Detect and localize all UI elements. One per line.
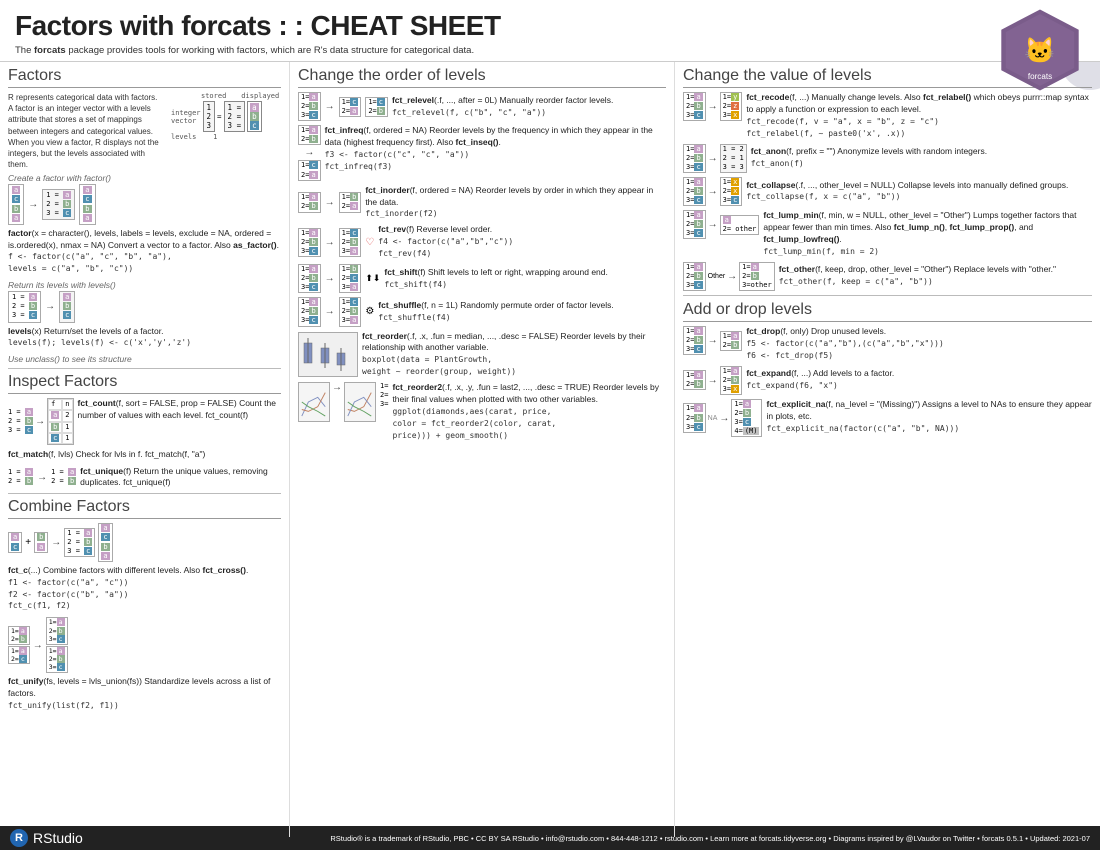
reorder2-chart-after — [344, 382, 376, 422]
fct-expand-desc: fct_expand(f, ...) Add levels to a facto… — [746, 368, 1092, 392]
fct-anon-desc: fct_anon(f, prefix = "") Anonymize level… — [751, 146, 1092, 170]
col-left: Factors R represents categorical data wi… — [0, 62, 290, 837]
col-middle: Change the order of levels 1=a 2=b 3=c →… — [290, 62, 675, 837]
fct-unique-desc: fct_unique(f) Return the unique values, … — [80, 466, 281, 490]
fct-explicit-na-desc: fct_explicit_na(f, na_level = "(Missing)… — [766, 399, 1092, 435]
svg-text:forcats: forcats — [1028, 72, 1052, 81]
section-inspect: Inspect Factors 1 = a 2 = b 3 = c → f n — [8, 373, 281, 489]
fct-shift-desc: fct_shift(f) Shift levels to left or rig… — [384, 267, 666, 291]
fct-inorder-desc: fct_inorder(f, ordered = NA) Reorder lev… — [365, 185, 666, 221]
fct-infreq-desc: fct_infreq(f, ordered = NA) Reorder leve… — [325, 125, 666, 173]
section-combine: Combine Factors a c + b a → 1 = a 2 = b … — [8, 498, 281, 711]
col-right: Change the value of levels 1=a 2=b 3=c →… — [675, 62, 1100, 837]
section-title-change-order: Change the order of levels — [298, 67, 666, 88]
factor-func-desc: factor(x = character(), levels, labels =… — [8, 228, 281, 276]
fct-unify-desc: fct_unify(fs, levels = lvls_union(fs)) S… — [8, 676, 281, 712]
levels-section: Return its levels with levels() 1 = a 2 … — [8, 280, 281, 364]
section-factors: Factors R represents categorical data wi… — [8, 67, 281, 364]
section-title-inspect: Inspect Factors — [8, 373, 281, 394]
rev-icon: ♡ — [365, 237, 374, 248]
boxplot-diagram — [298, 332, 358, 377]
svg-text:🐱: 🐱 — [1024, 36, 1055, 65]
fct-recode-desc: fct_recode(f, ...) Manually change level… — [746, 92, 1092, 140]
title-bold: CHEAT SHEET — [311, 10, 501, 41]
stored-displayed-diagram: R represents categorical data with facto… — [8, 92, 281, 170]
levels-func-desc: levels(x) Return/set the levels of a fac… — [8, 326, 281, 350]
fct-shuffle-desc: fct_shuffle(f, n = 1L) Randomly permute … — [378, 300, 666, 324]
fct-drop-desc: fct_drop(f, only) Drop unused levels. f5… — [746, 326, 1092, 362]
shuffle-icon: ⚙ — [365, 306, 374, 317]
fct-other-desc: fct_other(f, keep, drop, other_level = "… — [779, 264, 1092, 288]
subtitle: The forcats package provides tools for w… — [15, 45, 1085, 56]
title-light: Factors with forcats : : — [15, 10, 311, 41]
fct-relevel-desc: fct_relevel(.f, ..., after = 0L) Manuall… — [392, 95, 666, 119]
fct-collapse-desc: fct_collapse(.f, ..., other_level = NULL… — [746, 180, 1092, 204]
fct-c-desc: fct_c(...) Combine factors with differen… — [8, 565, 281, 613]
fct-reorder2-desc: fct_reorder2(.f, .x, .y, .fun = last2, .… — [392, 382, 666, 441]
fct-count-desc: fct_count(f, sort = FALSE, prop = FALSE)… — [78, 398, 281, 422]
fct-lump-min-desc: fct_lump_min(f, min, w = NULL, other_lev… — [763, 210, 1092, 258]
reorder2-chart-before — [298, 382, 330, 422]
shift-icons: ⬆⬇ — [365, 273, 380, 284]
section-title-factors: Factors — [8, 67, 281, 88]
fct-reorder-desc: fct_reorder(.f, .x, .fun = median, ..., … — [362, 331, 666, 379]
header: Factors with forcats : : CHEAT SHEET The… — [0, 0, 1100, 62]
create-factor-section: Create a factor with factor() a c b a → … — [8, 173, 281, 275]
forcats-logo: 🐱 forcats — [995, 5, 1085, 95]
main-content: Factors R represents categorical data wi… — [0, 62, 1100, 837]
logo-area: 🐱 forcats — [995, 5, 1085, 95]
fct-match-desc: fct_match(f, lvls) Check for lvls in f. … — [8, 449, 281, 461]
section-title-add-drop: Add or drop levels — [683, 301, 1092, 322]
page-title: Factors with forcats : : CHEAT SHEET — [15, 10, 1085, 42]
fct-rev-desc: fct_rev(f) Reverse level order. f4 <- fa… — [378, 224, 666, 260]
section-title-combine: Combine Factors — [8, 498, 281, 519]
